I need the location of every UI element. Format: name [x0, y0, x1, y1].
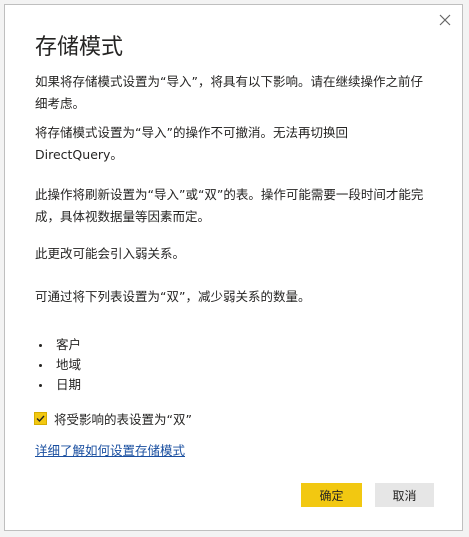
refresh-info-text: 此操作将刷新设置为“导入”或“双”的表。操作可能需要一段时间才能完成，具体视数据…: [35, 187, 424, 224]
weak-relationship-text: 此更改可能会引入弱关系。: [35, 246, 186, 261]
set-dual-checkbox-label[interactable]: 将受影响的表设置为“双”: [54, 409, 192, 428]
check-icon: [36, 415, 45, 423]
bullet-icon: [39, 363, 42, 367]
affected-tables-list: 客户 地域 日期: [39, 335, 81, 395]
table-name: 地域: [56, 357, 82, 372]
dual-suggestion-text: 可通过将下列表设置为“双”，减少弱关系的数量。: [35, 289, 311, 304]
list-item: 客户: [39, 335, 81, 355]
impact-intro-text: 如果将存储模式设置为“导入”，将具有以下影响。请在继续操作之前仔细考虑。: [35, 74, 423, 111]
list-item: 日期: [39, 375, 81, 395]
irreversible-warning-text: 将存储模式设置为“导入”的操作不可撤消。无法再切换回 DirectQuery。: [35, 125, 348, 162]
ok-button[interactable]: 确定: [301, 483, 362, 507]
storage-mode-dialog: 存储模式 如果将存储模式设置为“导入”，将具有以下影响。请在继续操作之前仔细考虑…: [4, 4, 463, 531]
set-dual-checkbox[interactable]: [34, 412, 47, 425]
bullet-icon: [39, 383, 42, 387]
table-name: 客户: [56, 337, 82, 352]
table-name: 日期: [56, 377, 82, 392]
dialog-title: 存储模式: [35, 35, 124, 60]
set-dual-checkbox-row[interactable]: 将受影响的表设置为“双”: [34, 409, 192, 428]
close-icon[interactable]: [436, 11, 454, 29]
cancel-button[interactable]: 取消: [375, 483, 434, 507]
list-item: 地域: [39, 355, 81, 375]
bullet-icon: [39, 343, 42, 347]
learn-more-link[interactable]: 详细了解如何设置存储模式: [35, 440, 185, 459]
